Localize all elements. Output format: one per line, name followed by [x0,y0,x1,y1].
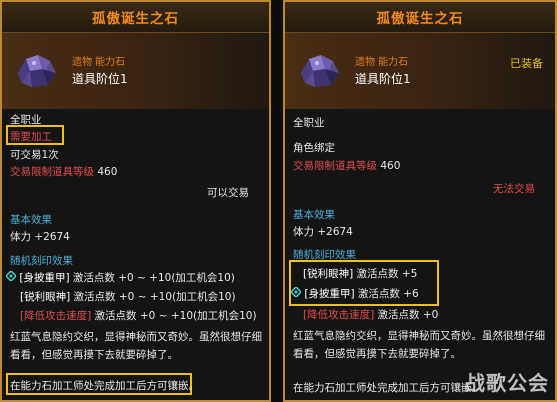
stat-name: 体力 [10,231,31,243]
item-tooltip-right: 孤傲诞生之石 遗物 能力石 道具阶位1 已装备 全职业 角色绑定 交易限制道具等… [283,0,557,402]
engraving-row-2: [身披重甲] 激活点数 +6 [291,286,419,301]
trade-level-label: 交易限制道具等级 [293,160,377,172]
trade-level-value: 460 [380,160,401,172]
item-title: 孤傲诞生之石 [285,2,555,33]
flavor-text-line-2: 看看，但感觉再摸下去就要碎掉了。 [293,348,461,360]
basic-effect-title: 基本效果 [10,214,52,226]
footer-note: 在能力石加工师处完成加工后方可镶嵌。 [10,380,199,392]
item-tooltip-left: 孤傲诞生之石 遗物 能力石 道具阶位1 全职业 需要加工 可交易1次 交易限制道… [0,0,271,402]
item-header: 遗物 能力石 道具阶位1 [2,33,269,109]
trade-level-value: 460 [97,166,118,178]
engraving-tag: [身披重甲] [304,288,355,300]
flavor-text-line-2: 看看，但感觉再摸下去就要碎掉了。 [10,349,178,361]
bound-status: 角色绑定 [293,142,335,154]
panel-gap [271,0,283,402]
engraving-text: 激活点数 +0 ~ +10(加工机会10) [72,272,235,284]
engraving-text: 激活点数 +0 ~ +10(加工机会10) [94,310,257,322]
item-grade: 遗物 能力石 [72,57,126,68]
ability-stone-icon [18,55,56,87]
engraving-tag-negative: [降低攻击速度] [303,309,375,321]
trade-level-label: 交易限制道具等级 [10,166,94,178]
trade-status: 可以交易 [207,187,249,199]
engraving-row-3: [降低攻击速度] 激活点数 +0 ~ +10(加工机会10) [20,308,257,323]
stat-row: 体力 +2674 [293,224,353,239]
engraving-tag: [身披重甲] [19,272,70,284]
flavor-text-line-1: 红蓝气息隐约交织，显得神秘而又奇妙。虽然很想仔细 [293,330,545,342]
stat-name: 体力 [293,226,314,238]
engraving-text: 激活点数 +5 [356,268,418,280]
engraving-text: 激活点数 +6 [357,288,419,300]
trade-level-row: 交易限制道具等级 460 [10,164,117,179]
equipped-status: 已装备 [510,57,543,70]
engraving-row-1: [锐利眼神] 激活点数 +5 [303,266,417,281]
guild-watermark: 战歌公会 [465,371,549,395]
tradable-count: 可交易1次 [10,149,59,161]
pin-icon [291,287,301,297]
item-grade: 遗物 能力石 [355,57,409,68]
engraving-tag-negative: [降低攻击速度] [20,310,92,322]
pin-icon [6,271,16,281]
item-header: 遗物 能力石 道具阶位1 已装备 [285,33,555,109]
engraving-text: 激活点数 +0 ~ +10(加工机会10) [73,291,236,303]
trade-status: 无法交易 [493,183,535,195]
engraving-tag: [锐利眼神] [20,291,71,303]
basic-effect-title: 基本效果 [293,209,335,221]
class-requirement: 全职业 [293,117,325,129]
ability-stone-icon [301,55,339,87]
footer-note: 在能力石加工师处完成加工后方可镶嵌。 [293,382,482,394]
stat-value: +2674 [317,226,353,238]
engraving-row-2: [锐利眼神] 激活点数 +0 ~ +10(加工机会10) [20,289,236,304]
item-rank: 道具阶位1 [72,72,128,86]
engraving-row-1: [身披重甲] 激活点数 +0 ~ +10(加工机会10) [6,270,235,285]
needs-process-label: 需要加工 [10,131,52,143]
engraving-tag: [锐利眼神] [303,268,354,280]
stat-value: +2674 [34,231,70,243]
engraving-row-3: [降低攻击速度] 激活点数 +0 [303,307,438,322]
stat-row: 体力 +2674 [10,229,70,244]
item-title: 孤傲诞生之石 [2,2,269,33]
item-rank: 道具阶位1 [355,72,411,86]
trade-level-row: 交易限制道具等级 460 [293,158,400,173]
flavor-text-line-1: 红蓝气息隐约交织，显得神秘而又奇妙。虽然很想仔细 [10,331,262,343]
random-engraving-title: 随机刻印效果 [10,255,73,267]
engraving-text: 激活点数 +0 [377,309,439,321]
